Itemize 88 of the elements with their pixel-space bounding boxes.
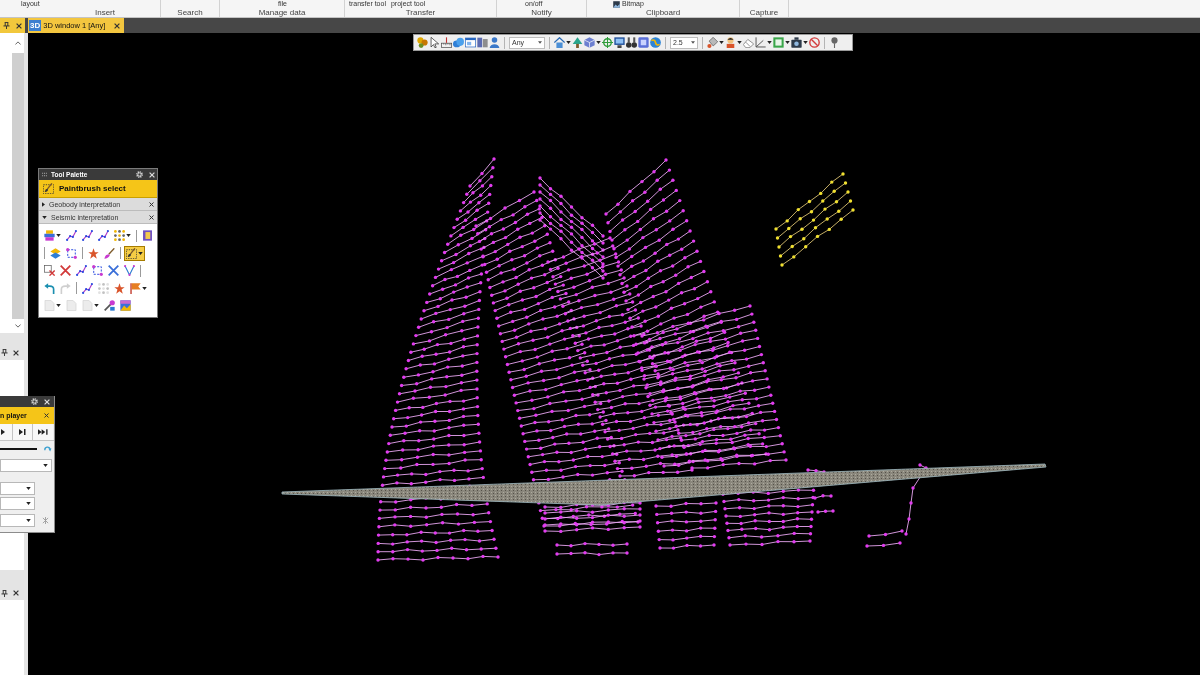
caret-icon[interactable]	[42, 201, 45, 207]
skip-to-end-icon[interactable]	[38, 429, 48, 435]
caret-icon[interactable]	[767, 41, 772, 44]
settings-icon[interactable]	[31, 398, 38, 405]
person-icon[interactable]	[489, 37, 500, 48]
loop-icon[interactable]	[43, 445, 52, 452]
ribbon-group-label: Insert	[95, 8, 115, 17]
grip-icon	[41, 172, 48, 177]
scrollbar-thumb[interactable]	[12, 53, 24, 319]
ribbon-group-label: Transfer	[405, 8, 436, 17]
paintbrush-select-icon[interactable]	[126, 247, 137, 259]
ribbon-group-label: Capture	[749, 8, 779, 17]
dropdown-field[interactable]	[0, 514, 35, 527]
paintbrush-select-icon	[43, 183, 54, 194]
step-forward-button[interactable]	[13, 424, 33, 440]
caret-icon[interactable]	[126, 234, 131, 238]
blob-cluster-icon[interactable]	[417, 37, 428, 48]
camera-icon[interactable]	[791, 37, 802, 48]
cloud-icon[interactable]	[453, 37, 464, 48]
caret-icon[interactable]	[26, 487, 31, 490]
active-tool-label: Paintbrush select	[59, 183, 126, 194]
caret-icon[interactable]	[566, 41, 571, 44]
close-icon[interactable]	[149, 201, 154, 207]
tiles-icon[interactable]	[477, 37, 488, 48]
scroll-down-icon[interactable]	[15, 324, 21, 328]
scroll-up-icon[interactable]	[15, 41, 21, 45]
globe-icon[interactable]	[650, 37, 661, 48]
caret-icon[interactable]	[43, 464, 48, 467]
close-icon[interactable]	[16, 22, 22, 29]
caret-icon[interactable]	[26, 519, 31, 522]
pin-icon[interactable]	[1, 589, 8, 597]
caret-icon[interactable]	[42, 215, 47, 219]
bitmap-icon[interactable]	[613, 0, 620, 8]
play-icon[interactable]	[1, 429, 5, 435]
tool-button[interactable]	[112, 228, 133, 244]
prohibited-icon[interactable]	[809, 37, 820, 48]
split-button[interactable]	[755, 37, 772, 48]
caret-icon[interactable]	[803, 41, 808, 44]
split-button[interactable]	[791, 37, 808, 48]
dot-grid-icon[interactable]	[114, 230, 125, 242]
tool-button[interactable]	[124, 245, 145, 261]
pin-icon[interactable]	[3, 22, 10, 29]
caret-icon[interactable]	[138, 251, 143, 255]
close-icon[interactable]	[44, 413, 49, 418]
close-icon[interactable]	[114, 22, 121, 29]
caret-icon[interactable]	[56, 234, 61, 238]
binoculars-icon[interactable]	[626, 37, 637, 48]
ribbon-group-label: Clipboard	[645, 8, 681, 17]
ruler-icon[interactable]	[441, 37, 452, 48]
caret-icon[interactable]	[691, 41, 695, 44]
settings-icon[interactable]	[136, 171, 143, 178]
ribbon-group-label: Manage data	[258, 8, 306, 17]
caret-icon[interactable]	[142, 286, 147, 290]
ribbon-group-label: Search	[177, 8, 203, 17]
dropdown-field[interactable]	[0, 459, 52, 472]
tool-button[interactable]	[42, 228, 63, 244]
3d-viewport[interactable]	[28, 33, 1200, 675]
window-icon[interactable]	[465, 37, 476, 48]
play-button[interactable]	[0, 424, 13, 440]
step-forward-icon[interactable]	[19, 429, 26, 435]
split-button[interactable]	[554, 37, 571, 48]
tree-icon[interactable]	[572, 37, 583, 48]
skip-to-end-button[interactable]	[33, 424, 53, 440]
slider-track[interactable]	[0, 447, 37, 450]
caret-icon[interactable]	[737, 41, 742, 44]
dropdown-field[interactable]	[0, 482, 35, 495]
split-button[interactable]	[584, 37, 601, 48]
close-icon[interactable]	[149, 214, 154, 220]
house-icon[interactable]	[554, 37, 565, 48]
caret-icon[interactable]	[26, 502, 31, 505]
dropdown-field[interactable]	[0, 497, 35, 510]
caret-icon[interactable]	[596, 41, 601, 44]
cursor-icon[interactable]	[429, 37, 440, 48]
split-button[interactable]	[707, 37, 724, 48]
monitor-icon[interactable]	[614, 37, 625, 48]
caret-icon[interactable]	[719, 41, 724, 44]
caret-icon[interactable]	[538, 41, 542, 44]
split-button[interactable]	[725, 37, 742, 48]
close-icon[interactable]	[13, 590, 19, 596]
pin-icon[interactable]	[1, 349, 8, 356]
close-icon[interactable]	[13, 349, 19, 356]
stack-icon[interactable]	[44, 230, 55, 242]
ribbon-group-label: Notify	[531, 8, 552, 17]
pin-icon[interactable]	[829, 37, 840, 48]
split-button[interactable]	[773, 37, 790, 48]
figure-icon[interactable]	[725, 37, 736, 48]
caret-icon[interactable]	[785, 41, 790, 44]
view-type-badge: 3D	[29, 20, 42, 31]
